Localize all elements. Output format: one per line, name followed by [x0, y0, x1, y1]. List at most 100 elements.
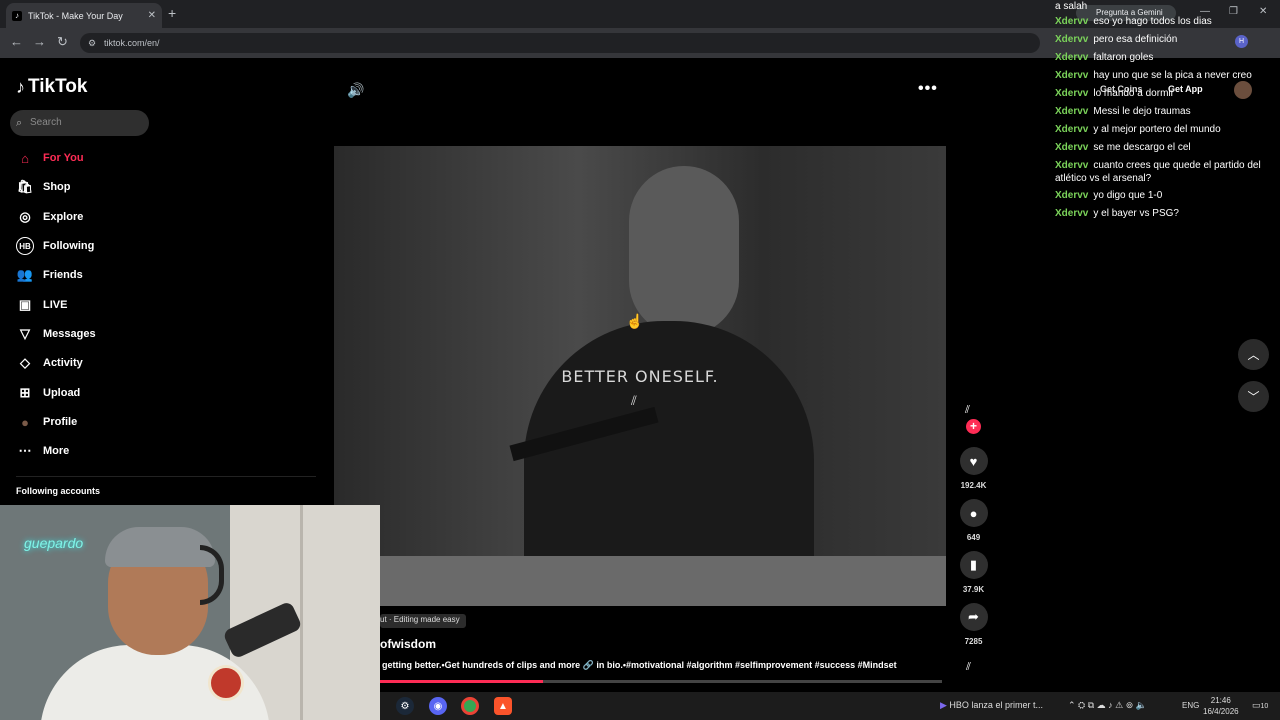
url-text: tiktok.com/en/: [104, 38, 160, 48]
chat-message: Xdervv hay uno que se la pica a never cre…: [1055, 69, 1277, 82]
creator-avatar-icon[interactable]: ⫽: [965, 404, 970, 417]
clock[interactable]: 21:46 16/4/2026: [1203, 695, 1239, 717]
forward-button[interactable]: →: [33, 34, 46, 49]
sidebar-divider: [16, 476, 316, 477]
sidebar-item-friends[interactable]: 👥 Friends: [16, 264, 83, 286]
chrome-icon[interactable]: [461, 697, 479, 715]
watermark-icon: ⫽: [631, 393, 637, 408]
sidebar-item-label: For You: [43, 152, 84, 164]
chat-user: Xdervv: [1055, 124, 1089, 135]
messages-icon: ▽: [20, 326, 30, 341]
chat-message: Xdervv y al mejor portero del mundo: [1055, 123, 1277, 136]
notification-center[interactable]: ▭10: [1252, 700, 1268, 711]
sidebar-item-for-you[interactable]: ⌂ For You: [16, 147, 84, 169]
desk: [334, 556, 946, 606]
home-icon: ⌂: [21, 150, 29, 166]
chat-message: Xdervv eso yo hago todos los dias: [1055, 15, 1277, 28]
shopping-bag-icon: 🛍: [16, 179, 34, 194]
clock-date: 16/4/2026: [1203, 707, 1239, 716]
chat-user: Xdervv: [1055, 190, 1089, 201]
sidebar-item-profile[interactable]: ● Profile: [16, 411, 77, 433]
system-tray-icons[interactable]: ⌃ ⛭ ⧉ ☁ ♪ ⚠ ⊚ 🔈: [1068, 700, 1147, 711]
activity-icon: ◇: [20, 355, 30, 370]
url-bar[interactable]: ⚙ tiktok.com/en/: [80, 33, 1040, 53]
chat-message: Xdervv Messi le dejo traumas: [1055, 105, 1277, 118]
browser-tab[interactable]: ♪ TikTok - Make Your Day ✕: [6, 3, 162, 28]
chat-text: y al mejor portero del mundo: [1093, 124, 1221, 135]
capcut-badge[interactable]: ut · Editing made easy: [380, 614, 466, 628]
discord-icon[interactable]: ◉: [429, 697, 447, 715]
chat-user: Xdervv: [1055, 208, 1089, 219]
next-video-button[interactable]: ﹀: [1238, 381, 1269, 412]
video-options-icon[interactable]: •••: [918, 80, 938, 98]
previous-video-button[interactable]: ︿: [1238, 339, 1269, 370]
share-count: 7285: [964, 637, 983, 646]
follow-plus-button[interactable]: +: [966, 419, 981, 434]
streamer-cap: [105, 527, 215, 567]
sidebar-item-label: Following: [43, 240, 95, 252]
chat-user: Xdervv: [1055, 34, 1089, 45]
compass-icon: ◎: [19, 209, 31, 224]
following-avatar-icon: HB: [16, 237, 34, 255]
new-tab-button[interactable]: +: [168, 5, 176, 21]
chat-message: Xdervv y el bayer vs PSG?: [1055, 207, 1277, 220]
sidebar-item-live[interactable]: ▣ LIVE: [16, 294, 68, 316]
tiktok-note-icon: ♪: [16, 76, 25, 97]
back-button[interactable]: ←: [10, 34, 23, 49]
tiktok-favicon-icon: ♪: [12, 10, 22, 21]
chat-text: y el bayer vs PSG?: [1093, 208, 1179, 219]
chat-text: pero esa definición: [1093, 34, 1178, 45]
tab-close-icon[interactable]: ✕: [148, 10, 156, 21]
news-text: HBO lanza el primer t...: [949, 700, 1043, 710]
sidebar-item-label: Messages: [43, 328, 96, 340]
following-accounts-heading: Following accounts: [16, 486, 101, 496]
sidebar-item-shop[interactable]: 🛍 Shop: [16, 176, 71, 198]
chat-text: eso yo hago todos los dias: [1093, 16, 1212, 27]
search-icon: ⌕: [16, 117, 23, 129]
neon-sign: guepardo: [24, 535, 84, 551]
reload-button[interactable]: ↻: [57, 34, 68, 50]
share-button[interactable]: ➦ 7285: [958, 603, 989, 646]
tab-title: TikTok - Make Your Day: [28, 10, 123, 21]
sidebar-item-upload[interactable]: ⊞ Upload: [16, 382, 81, 404]
notification-count: 10: [1260, 703, 1269, 710]
chat-user: Xdervv: [1055, 88, 1089, 99]
profile-avatar-icon: ●: [21, 414, 29, 430]
upload-icon: ⊞: [19, 385, 31, 400]
chat-user: Xdervv: [1055, 142, 1089, 153]
video-progress-fill: [380, 680, 543, 683]
language-indicator[interactable]: ENG: [1182, 701, 1199, 710]
webcam-door-frame: [300, 505, 303, 720]
chat-message: Xdervv faltaron goles: [1055, 51, 1277, 64]
sidebar-item-following[interactable]: HB Following: [16, 235, 94, 257]
sidebar-item-activity[interactable]: ◇ Activity: [16, 352, 83, 374]
video-author[interactable]: ofwisdom: [380, 637, 436, 651]
sidebar-item-messages[interactable]: ▽ Messages: [16, 323, 96, 345]
sidebar-item-more[interactable]: ⋯ More: [16, 440, 70, 462]
chevron-up-icon: ︿: [1247, 348, 1260, 362]
like-button[interactable]: ♥ 192.4K: [958, 447, 989, 490]
more-dots-icon: ⋯: [18, 443, 32, 458]
brave-icon[interactable]: ▲: [494, 697, 512, 715]
volume-icon[interactable]: 🔊: [347, 82, 364, 99]
video-progress-bar[interactable]: [380, 680, 942, 683]
chat-text: se me descargo el cel: [1093, 142, 1191, 153]
site-info-icon[interactable]: ⚙: [88, 33, 96, 53]
video-description: getting better.•Get hundreds of clips an…: [382, 660, 897, 670]
sidebar-item-label: Profile: [43, 416, 78, 428]
music-disc-icon[interactable]: ⫽: [966, 661, 971, 674]
bookmark-icon: ▮: [959, 551, 988, 579]
video-overlay-caption: BETTER ONESELF.: [561, 367, 719, 386]
tiktok-logo[interactable]: ♪ TikTok: [16, 76, 87, 98]
save-button[interactable]: ▮ 37.9K: [958, 551, 989, 594]
sidebar-item-label: More: [43, 445, 70, 457]
sidebar-item-explore[interactable]: ◎ Explore: [16, 206, 83, 228]
chat-text: lo mando a dormir: [1093, 88, 1174, 99]
comment-button[interactable]: ● 649: [958, 499, 989, 542]
steam-icon[interactable]: ⚙: [396, 697, 414, 715]
chat-user: Xdervv: [1055, 160, 1089, 171]
taskbar-news-widget[interactable]: ▶ HBO lanza el primer t...: [940, 700, 1043, 711]
search-input[interactable]: ⌕ Search: [10, 110, 149, 136]
sidebar-item-label: Upload: [43, 387, 81, 399]
clock-time: 21:46: [1210, 696, 1231, 705]
